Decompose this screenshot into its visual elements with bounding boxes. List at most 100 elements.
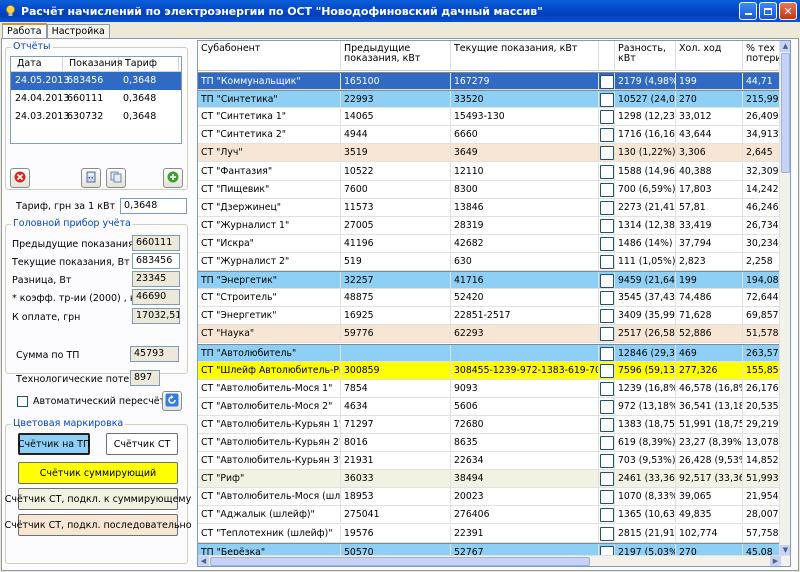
cell-check xyxy=(599,452,615,471)
report-row[interactable]: 24.05.2013 683456 0,3648 xyxy=(11,72,181,90)
maximize-button[interactable] xyxy=(759,2,777,20)
cell-difference: 10527 (24,08%) xyxy=(615,91,676,110)
row-checkbox[interactable] xyxy=(600,93,614,108)
column-header-previous[interactable]: Предыдущие показания, кВт xyxy=(341,41,451,71)
tariff-input[interactable]: 0,3648 xyxy=(120,198,187,214)
table-row[interactable]: СТ "Журналист 2" 519 630 111 (1,05%) 2,823 2,… xyxy=(198,253,783,271)
horizontal-scrollbar[interactable]: ◀ ▶ xyxy=(198,555,790,566)
table-row[interactable]: СТ "Автолюбитель-Мося 1" 7854 9093 1239 (16… xyxy=(198,379,783,398)
row-checkbox[interactable] xyxy=(600,255,614,269)
report-tariff: 0,3648 xyxy=(123,111,157,122)
cur-reading-input[interactable]: 683456 xyxy=(132,253,180,269)
table-row[interactable]: ТП "Синтетика"2299333520 10527 (24,08%)27… xyxy=(198,90,783,110)
row-checkbox[interactable] xyxy=(600,490,614,505)
table-row[interactable]: СТ "Пищевик" 7600 8300 700 (6,59%) 17,803 14,… xyxy=(198,180,783,199)
cell-losses: 14,852 xyxy=(743,452,783,471)
refresh-button[interactable] xyxy=(162,391,182,411)
row-checkbox[interactable] xyxy=(600,381,614,396)
table-row[interactable]: СТ "Автолюбитель-Курьян 3" 21931 22634 703 … xyxy=(198,452,783,471)
vertical-scrollbar[interactable]: ▲ ▼ xyxy=(779,41,790,556)
column-header-check[interactable] xyxy=(599,41,615,71)
row-checkbox[interactable] xyxy=(600,472,614,487)
table-row[interactable]: СТ "Синтетика 2"49446660 1716 (16,16%)43,… xyxy=(198,126,783,145)
row-checkbox[interactable] xyxy=(600,399,614,414)
row-checkbox[interactable] xyxy=(600,146,614,161)
column-header-idle[interactable]: Хол. ход xyxy=(676,41,743,71)
table-row[interactable]: СТ "Теплотехник (шлейф)" 19576 22391 2815 (… xyxy=(198,524,783,543)
table-row[interactable]: СТ "Фантазия"1052212110 1588 (14,96%)40,3… xyxy=(198,162,783,181)
close-button[interactable]: ✕ xyxy=(779,2,797,20)
cell-current: 167279 xyxy=(451,73,599,91)
tp-counter-button[interactable]: Счётчик на ТП xyxy=(18,433,90,455)
row-checkbox[interactable] xyxy=(600,291,614,306)
row-checkbox[interactable] xyxy=(600,274,614,289)
vertical-scroll-thumb[interactable] xyxy=(781,53,790,173)
table-row[interactable]: СТ "Дзержинец"1157313846 2273 (21,41%)57,… xyxy=(198,198,783,217)
table-row[interactable]: СТ "Автолюбитель-Мося 2" 4634 5606 972 (13,… xyxy=(198,397,783,416)
table-row[interactable]: СТ "Шлейф Автолюбитель-Риф"300859308455-… xyxy=(198,361,783,380)
table-row[interactable]: ТП "Автолюбитель" 12846 (29,38%)469263,57 xyxy=(198,343,783,363)
calculator-button[interactable] xyxy=(81,168,101,188)
column-header-tariff[interactable]: Тариф xyxy=(119,57,179,71)
table-row[interactable]: СТ "Автолюбитель-Мося (шлейф)"1895320023… xyxy=(198,488,783,507)
table-row[interactable]: СТ "Искра" 41196 42682 1486 (14%) 37,794 30,2… xyxy=(198,234,783,253)
row-checkbox[interactable] xyxy=(600,436,614,450)
row-checkbox[interactable] xyxy=(600,75,614,89)
table-row[interactable]: СТ "Наука"5977662293 2517 (26,58%)52,8865… xyxy=(198,325,783,344)
column-header-difference[interactable]: Разность, кВт xyxy=(615,41,676,71)
tab-work[interactable]: Работа xyxy=(2,23,47,39)
row-checkbox[interactable] xyxy=(600,128,614,143)
cell-check xyxy=(599,488,615,507)
column-header-losses[interactable]: % тех потери xyxy=(743,41,783,71)
row-checkbox[interactable] xyxy=(600,309,614,324)
row-checkbox[interactable] xyxy=(600,164,614,179)
report-row[interactable]: 24.03.2013 630732 0,3648 xyxy=(11,108,181,126)
table-row[interactable]: СТ "Строитель"4887552420 3545 (37,43%)74,… xyxy=(198,289,783,308)
horizontal-scroll-thumb[interactable] xyxy=(210,557,590,566)
row-checkbox[interactable] xyxy=(600,110,614,125)
tab-settings[interactable]: Настройка xyxy=(46,24,110,39)
scroll-left-icon[interactable]: ◀ xyxy=(198,556,209,566)
row-checkbox[interactable] xyxy=(600,182,614,197)
st-counter-button[interactable]: Счётчик СТ xyxy=(106,433,178,455)
row-checkbox[interactable] xyxy=(600,454,614,469)
table-row[interactable]: СТ "Риф"3603338494 2461 (33,36%)92,517 (3… xyxy=(198,470,783,489)
table-row[interactable]: СТ "Автолюбитель-Курьян 2" 8016 8635 619 (8… xyxy=(198,434,783,452)
table-row[interactable]: ТП "Коммунальщик" 165100 167279 2179 (4,98%… xyxy=(198,72,783,91)
st-to-summing-button[interactable]: Счётчик СТ, подкл. к суммирующему xyxy=(5,488,191,510)
row-checkbox[interactable] xyxy=(600,327,614,342)
row-checkbox[interactable] xyxy=(600,508,614,523)
st-sequential-button[interactable]: Счётчик СТ, подкл. последовательно xyxy=(4,514,192,536)
row-checkbox[interactable] xyxy=(600,236,614,251)
row-checkbox[interactable] xyxy=(600,417,614,432)
table-row[interactable]: СТ "Аджалык (шлейф)" 275041 276406 1365 (10… xyxy=(198,506,783,525)
sum-tp-field: 45793 xyxy=(130,346,179,362)
column-header-reading[interactable]: Показания xyxy=(63,57,123,71)
table-row[interactable]: СТ "Синтетика 1" 14065 15493-130 1298 (12,2… xyxy=(198,108,783,127)
scroll-right-icon[interactable]: ▶ xyxy=(770,556,781,566)
column-header-current[interactable]: Текущие показания, кВт xyxy=(451,41,599,71)
cell-previous: 10522 xyxy=(341,162,451,181)
scroll-up-icon[interactable]: ▲ xyxy=(780,41,790,52)
column-header-date[interactable]: Дата xyxy=(11,57,63,71)
row-checkbox[interactable] xyxy=(600,526,614,541)
reports-list[interactable]: Дата Показания Тариф 24.05.2013 683456 0… xyxy=(10,56,182,144)
table-row[interactable]: ТП "Энергетик"3225741716 9459 (21,64%)199… xyxy=(198,271,783,291)
table-row[interactable]: СТ "Автолюбитель-Курьян 1" 71297 72680 1383… xyxy=(198,415,783,434)
row-checkbox[interactable] xyxy=(600,218,614,233)
auto-recalc-checkbox[interactable] xyxy=(17,396,28,407)
cell-subscriber: СТ "Автолюбитель-Мося 2" xyxy=(198,397,341,416)
row-checkbox[interactable] xyxy=(600,363,614,378)
delete-report-button[interactable] xyxy=(10,168,30,188)
table-row[interactable]: СТ "Луч" 3519 3649 130 (1,22%) 3,306 2,645 xyxy=(198,144,783,163)
add-report-button[interactable] xyxy=(163,168,183,188)
table-row[interactable]: СТ "Энергетик" 16925 22851-2517 3409 (35,99… xyxy=(198,307,783,326)
table-row[interactable]: СТ "Журналист 1"2700528319 1314 (12,38%)3… xyxy=(198,216,783,235)
copy-report-button[interactable] xyxy=(106,168,126,188)
report-row[interactable]: 24.04.2013 660111 0,3648 xyxy=(11,90,181,108)
summing-counter-button[interactable]: Счётчик суммирующий xyxy=(18,462,178,484)
column-header-subscriber[interactable]: Субабонент xyxy=(198,41,341,71)
row-checkbox[interactable] xyxy=(600,346,614,361)
row-checkbox[interactable] xyxy=(600,200,614,215)
minimize-button[interactable] xyxy=(739,2,757,20)
